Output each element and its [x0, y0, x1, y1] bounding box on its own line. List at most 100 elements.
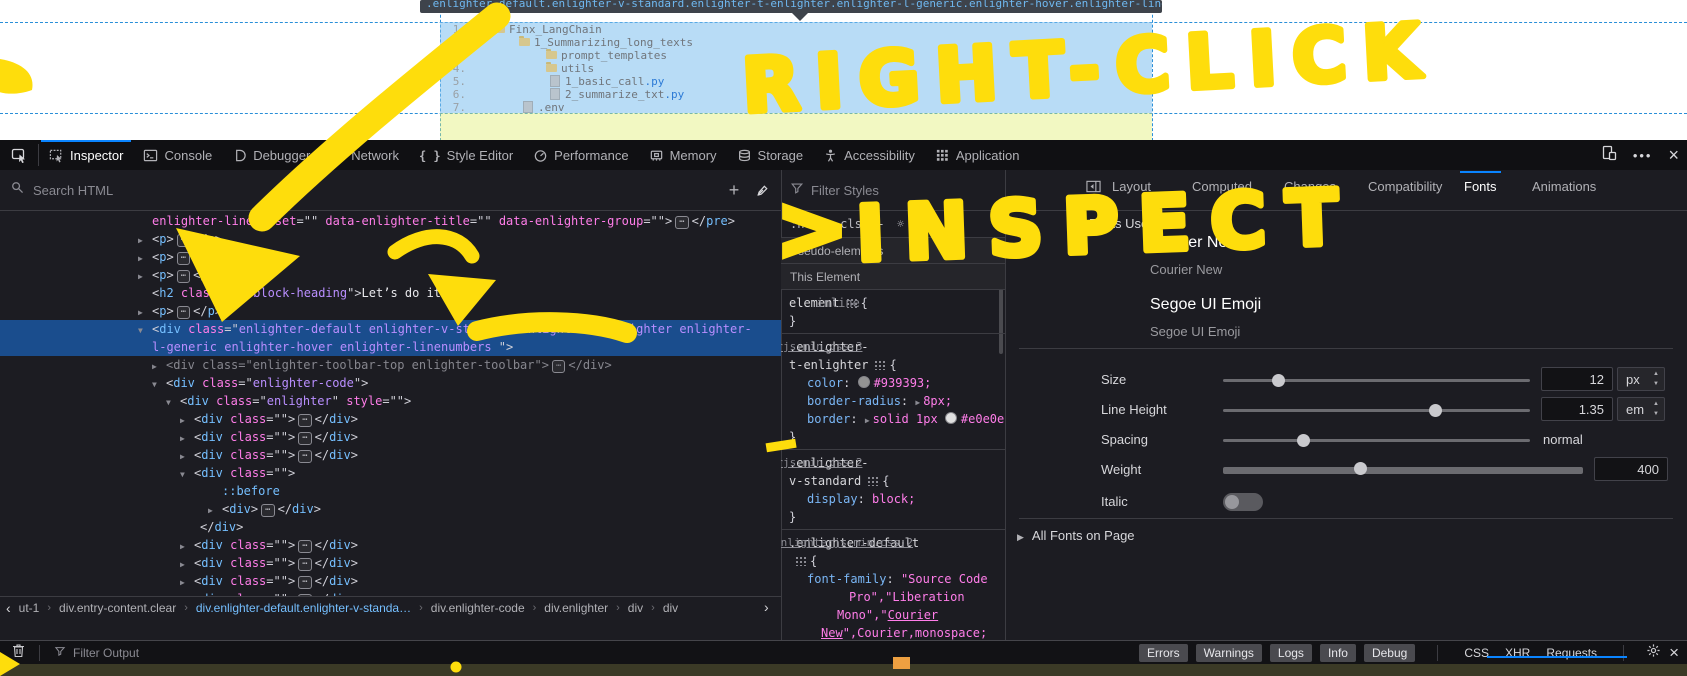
css-rule-line[interactable]: .enlighter-default enlighterjs.min.css:2: [781, 534, 919, 552]
markup-row[interactable]: ▶<div class="">⋯</div>: [0, 554, 781, 572]
tab-animations[interactable]: Animations: [1532, 179, 1596, 194]
markup-row[interactable]: ▶ <p> ⋯ </p>: [0, 230, 781, 248]
unit-stepper-icon[interactable]: ▲ ▼: [1653, 399, 1659, 419]
slider-thumb[interactable]: [1428, 404, 1442, 417]
filter-styles-bar[interactable]: Filter Styles: [781, 170, 1005, 210]
markup-row[interactable]: ▼ <div class="enlighter" style="">: [0, 392, 781, 410]
console-filter-button[interactable]: Info: [1319, 644, 1356, 662]
tool-tab-storage[interactable]: Storage: [727, 140, 814, 170]
console-filter-button[interactable]: Warnings: [1195, 644, 1262, 662]
css-rule-line[interactable]: display: block;: [807, 490, 915, 508]
search-html-bar[interactable]: Search HTML: [0, 170, 781, 210]
inline-ellipsis-badge[interactable]: ⋯: [176, 270, 191, 283]
tool-tab-style-editor[interactable]: { } Style Editor: [409, 140, 523, 170]
color-swatch[interactable]: [944, 412, 957, 424]
markup-row[interactable]: ▶<div class="">⋯</div>: [0, 446, 781, 464]
tab-compatibility[interactable]: Compatibility: [1368, 179, 1442, 194]
stylesheet-link[interactable]: enlighterjs.min.css:3: [781, 338, 862, 356]
css-rule-line[interactable]: element{inline: [789, 294, 868, 312]
rule-filter-grid-icon[interactable]: [874, 360, 886, 370]
rules-toolbar-button[interactable]: .cls: [833, 217, 862, 231]
filter-output-placeholder[interactable]: Filter Output: [73, 646, 139, 660]
tool-tab-performance[interactable]: Performance: [523, 140, 638, 170]
clear-console-icon[interactable]: [12, 643, 25, 663]
markup-row[interactable]: l-generic enlighter-hover enlighter-line…: [0, 338, 781, 356]
inline-ellipsis-badge[interactable]: ⋯: [298, 432, 312, 445]
meatball-menu-icon[interactable]: •••: [1633, 148, 1653, 163]
console-filter-button[interactable]: Debug: [1363, 644, 1416, 662]
markup-row[interactable]: <h2 class="wp-block-heading">Let’s do it…: [0, 284, 781, 302]
breadcrumb-item[interactable]: div.enlighter: [542, 601, 610, 615]
inline-ellipsis-badge[interactable]: ⋯: [298, 558, 312, 571]
slider-track[interactable]: [1223, 374, 1530, 387]
console-filter-button[interactable]: Errors: [1138, 644, 1188, 662]
tab-layout[interactable]: Layout: [1112, 179, 1151, 194]
html-markup-panel[interactable]: enlighter-lineoffset="" data-enlighter-t…: [0, 210, 781, 596]
markup-row[interactable]: ▶ <p> ⋯ </p>: [0, 248, 781, 266]
console-filter-button[interactable]: Logs: [1269, 644, 1312, 662]
unit-stepper-icon[interactable]: ▲ ▼: [1653, 369, 1659, 389]
tool-tab-accessibility[interactable]: Accessibility: [813, 140, 925, 170]
markup-row[interactable]: ▶<div class="">⋯</div>: [0, 410, 781, 428]
responsive-design-icon[interactable]: [1601, 145, 1617, 166]
console-filter-link[interactable]: Requests: [1542, 644, 1601, 662]
fonts-panel[interactable]: Fonts Used Courier New Courier New Segoe UI…: [1005, 210, 1687, 640]
breadcrumb-item[interactable]: ut-1: [17, 601, 42, 615]
breadcrumb-scroll-left-icon[interactable]: ‹: [0, 600, 17, 616]
inline-ellipsis-badge[interactable]: ⋯: [551, 360, 566, 373]
css-rules-panel[interactable]: :hov .cls + ☼ Pseudo-elements This Element el…: [781, 210, 1005, 640]
tool-tab-network[interactable]: Network: [320, 140, 409, 170]
weight-input[interactable]: 400: [1594, 457, 1668, 481]
rules-toolbar-button[interactable]: ☼: [897, 217, 904, 231]
markup-row[interactable]: ::before: [0, 482, 781, 500]
rules-toolbar-button[interactable]: +: [876, 217, 883, 231]
breadcrumb-item[interactable]: div.enlighter-default.enlighter-v-standa…: [194, 601, 413, 615]
css-rule-line[interactable]: Pro","Liberation: [849, 588, 965, 606]
tool-tab-console[interactable]: Console: [133, 140, 222, 170]
rules-toolbar-button[interactable]: :hov: [790, 217, 819, 231]
tab-fonts[interactable]: Fonts: [1460, 171, 1500, 194]
slider-track[interactable]: [1223, 404, 1530, 417]
console-filter-link[interactable]: CSS: [1460, 644, 1493, 662]
inline-ellipsis-badge[interactable]: ⋯: [261, 504, 275, 517]
tool-tab-debugger[interactable]: Debugger: [222, 140, 320, 170]
css-rule-line[interactable]: New",Courier,monospace;: [821, 624, 987, 640]
css-rule-line[interactable]: }: [789, 312, 796, 330]
inline-ellipsis-badge[interactable]: ⋯: [176, 252, 191, 265]
breadcrumb-item[interactable]: div: [626, 601, 645, 615]
inline-ellipsis-badge[interactable]: ⋯: [298, 540, 312, 553]
line-height-input[interactable]: 1.35: [1541, 397, 1613, 421]
unit-select[interactable]: px ▲ ▼: [1617, 367, 1665, 391]
stylesheet-link[interactable]: enlighterjs.min.css:2: [781, 454, 862, 472]
add-node-button[interactable]: +: [722, 178, 746, 202]
css-rule-line[interactable]: }: [789, 508, 796, 526]
inline-ellipsis-badge[interactable]: ⋯: [298, 414, 312, 427]
close-console-icon[interactable]: ×: [1669, 643, 1679, 663]
css-rule-line[interactable]: border: ▶solid 1px #e0e0e0;: [807, 410, 1005, 428]
breadcrumb-item[interactable]: div.enlighter-code: [429, 601, 527, 615]
slider-thumb[interactable]: [1296, 434, 1310, 447]
eyedropper-icon[interactable]: [750, 178, 774, 202]
size-input[interactable]: 12: [1541, 367, 1613, 391]
markup-row[interactable]: ▶ <div> ⋯ </div>: [0, 500, 781, 518]
css-rule-line[interactable]: font-family: "Source Code: [807, 570, 988, 588]
css-rule-line[interactable]: v-standard {: [789, 472, 889, 490]
css-rule-line[interactable]: color: #939393;: [807, 374, 931, 392]
tool-tab-memory[interactable]: Memory: [639, 140, 727, 170]
stylesheet-link[interactable]: enlighterjs.min.css:2: [781, 534, 913, 552]
css-rule-line[interactable]: Mono","Courier: [837, 606, 938, 624]
tab-computed[interactable]: Computed: [1192, 179, 1252, 194]
markup-row[interactable]: ▶<div class="">⋯</div>: [0, 428, 781, 446]
unit-select[interactable]: em ▲ ▼: [1617, 397, 1665, 421]
css-rule-line[interactable]: t-enlighter {: [789, 356, 897, 374]
color-swatch[interactable]: [857, 376, 870, 388]
sidebar-toggle-icon[interactable]: [1086, 180, 1101, 198]
pick-element-button[interactable]: [0, 140, 38, 170]
slider-thumb[interactable]: [1272, 374, 1286, 387]
markup-row[interactable]: </div>: [0, 518, 781, 536]
close-devtools-icon[interactable]: ×: [1668, 146, 1679, 164]
markup-row[interactable]: ▶<div class="">⋯</div>: [0, 536, 781, 554]
inline-ellipsis-badge[interactable]: ⋯: [298, 576, 312, 589]
slider-thumb[interactable]: [1353, 462, 1367, 475]
markup-row[interactable]: ▼ <div class="enlighter-code">: [0, 374, 781, 392]
